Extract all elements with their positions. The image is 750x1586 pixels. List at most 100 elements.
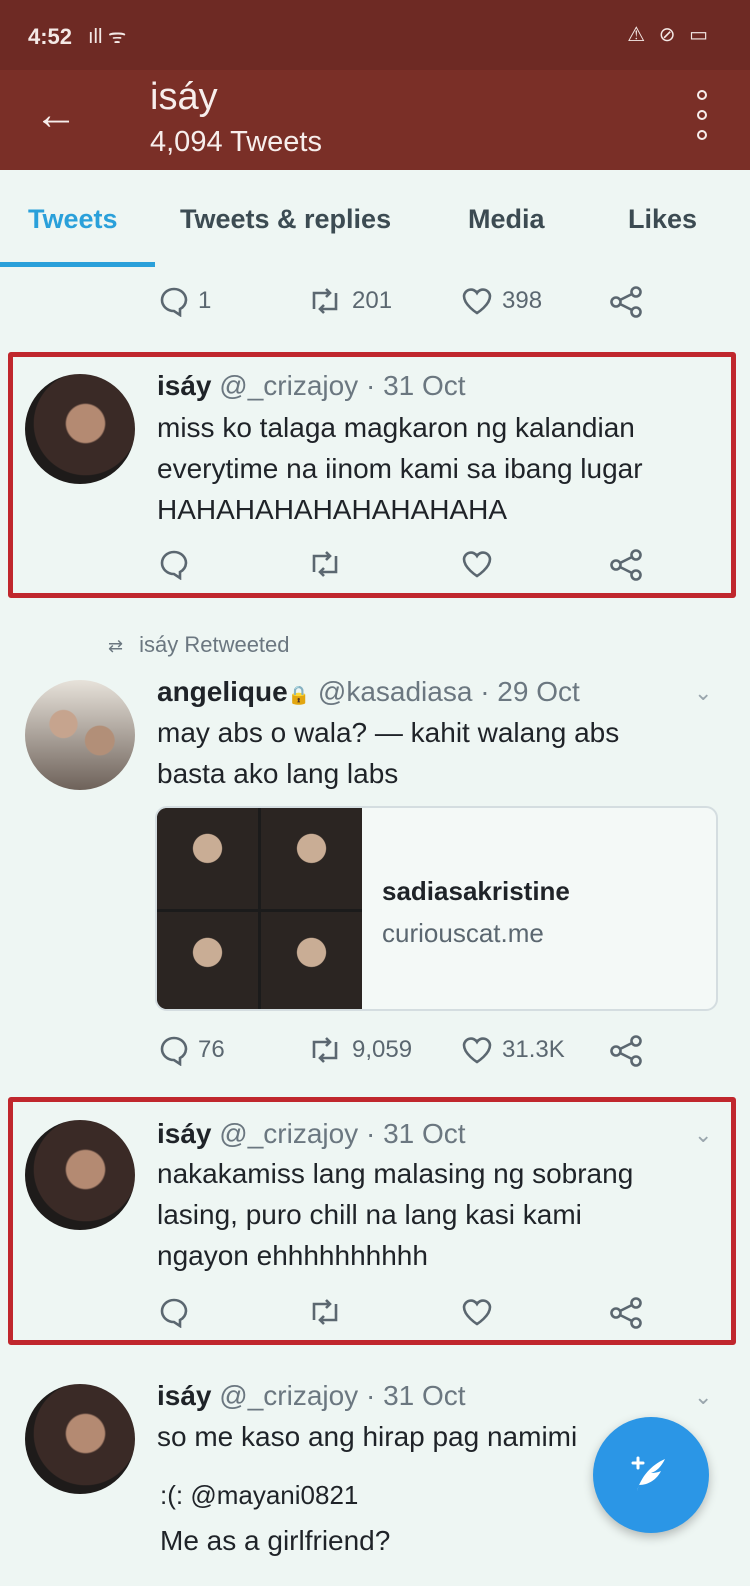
reply-icon — [160, 550, 188, 580]
like-button[interactable] — [460, 548, 494, 580]
card-domain: curiouscat.me — [382, 918, 544, 948]
profile-title: isáy — [150, 76, 218, 118]
compose-button[interactable] — [593, 1417, 709, 1533]
reply-button[interactable]: 1 — [158, 285, 211, 317]
share-icon — [610, 1297, 642, 1329]
tweet-line: HAHAHAHAHAHAHAHAHA — [157, 494, 508, 525]
display-name[interactable]: isáy — [157, 1118, 212, 1149]
quoted-handle: :(: @mayani0821 — [160, 1480, 359, 1510]
tweet-line: everytime na iinom kami sa ibang lugar — [157, 453, 643, 484]
retweet-icon — [312, 551, 338, 577]
share-icon — [610, 549, 642, 581]
reply-icon — [160, 1298, 188, 1328]
share-button[interactable] — [608, 285, 644, 319]
retweet-icon — [312, 1037, 338, 1063]
share-icon — [610, 286, 642, 318]
share-icon — [610, 1035, 642, 1067]
status-time: 4:52 — [28, 24, 73, 49]
like-button[interactable] — [460, 1296, 494, 1328]
avatar[interactable] — [25, 374, 135, 484]
more-vertical-icon[interactable] — [694, 90, 710, 140]
like-count: 398 — [502, 287, 543, 314]
tab-tweets-replies[interactable]: Tweets & replies — [180, 204, 391, 235]
tweet-header: angelique🔒 @kasadiasa · 29 Oct — [157, 676, 580, 708]
share-button[interactable] — [608, 548, 644, 582]
like-button[interactable]: 398 — [460, 285, 542, 317]
tweet-header: isáy @_crizajoy · 31 Oct — [157, 1118, 466, 1150]
compose-icon — [631, 1456, 665, 1491]
reply-button[interactable]: 76 — [158, 1034, 225, 1066]
avatar[interactable] — [25, 680, 135, 790]
handle-date: @_crizajoy · 31 Oct — [211, 370, 466, 401]
heart-icon — [462, 288, 492, 315]
retweet-button[interactable] — [306, 548, 344, 580]
display-name[interactable]: isáy — [157, 1380, 212, 1411]
reply-count: 76 — [198, 1036, 225, 1063]
app-bar: ← isáy 4,094 Tweets — [0, 70, 750, 170]
handle-date: @_crizajoy · 31 Oct — [211, 1380, 466, 1411]
card-image — [157, 808, 362, 1009]
chevron-down-icon[interactable]: ⌄ — [694, 1122, 712, 1148]
profile-tabs: Tweets Tweets & replies Media Likes — [0, 170, 750, 270]
retweet-count: 201 — [352, 287, 393, 314]
share-button[interactable] — [608, 1034, 644, 1068]
reply-count: 1 — [198, 287, 212, 314]
display-name[interactable]: angelique — [157, 676, 288, 707]
tweet-text: miss ko talaga magkaron ng kalandian eve… — [157, 407, 643, 530]
tweet-actions — [0, 548, 750, 588]
tab-tweets[interactable]: Tweets — [28, 204, 118, 235]
card-title: sadiasakristine — [382, 876, 570, 906]
heart-icon — [462, 1037, 492, 1064]
tweet-count: 4,094 Tweets — [150, 126, 322, 158]
tweet-line: basta ako lang labs — [157, 758, 399, 789]
heart-icon — [462, 1299, 492, 1326]
quoted-tweet[interactable]: :(: @mayani0821 Me as a girlfriend? — [160, 1480, 620, 1557]
retweet-icon — [312, 1299, 338, 1325]
arrow-left-icon[interactable]: ← — [34, 90, 78, 140]
tweet-line: lasing, puro chill na lang kasi kami — [157, 1199, 582, 1230]
chevron-down-icon[interactable]: ⌄ — [694, 1384, 712, 1410]
share-button[interactable] — [608, 1296, 644, 1330]
tweet-actions — [0, 1296, 750, 1336]
tweet-text: may abs o wala? — kahit walang abs basta… — [157, 712, 619, 794]
signal-icon: ıll ᯤ — [88, 26, 127, 48]
retweet-count: 9,059 — [352, 1036, 413, 1063]
like-button[interactable]: 31.3K — [460, 1034, 565, 1066]
retweet-button[interactable] — [306, 1296, 344, 1328]
retweet-icon — [312, 288, 338, 314]
reply-icon — [160, 1036, 188, 1066]
handle-date: @kasadiasa · 29 Oct — [310, 676, 580, 707]
tweet-text: so me kaso ang hirap pag namimi — [157, 1416, 577, 1457]
tweet-actions: 76 9,059 31.3K — [0, 1034, 750, 1074]
tweet-line: may abs o wala? — kahit walang abs — [157, 717, 620, 748]
active-tab-indicator — [0, 262, 155, 267]
reply-button[interactable] — [158, 1296, 190, 1328]
handle-date: @_crizajoy · 31 Oct — [211, 1118, 466, 1149]
retweet-label-text: isáy Retweeted — [139, 632, 290, 657]
avatar[interactable] — [25, 1120, 135, 1230]
like-count: 31.3K — [502, 1036, 565, 1063]
tweet-header: isáy @_crizajoy · 31 Oct — [157, 1380, 466, 1412]
quoted-text: Me as a girlfriend? — [160, 1525, 391, 1556]
reply-button[interactable] — [158, 548, 190, 580]
retweet-icon: ⇄ — [108, 636, 124, 656]
status-bar: 4:52 ıll ᯤ ⚠ ⊘ ▭ — [0, 0, 750, 70]
retweet-button[interactable]: 201 — [306, 285, 392, 317]
tweet-line: miss ko talaga magkaron ng kalandian — [157, 412, 635, 443]
retweet-label: ⇄ isáy Retweeted — [108, 632, 290, 658]
tweet-header: isáy @_crizajoy · 31 Oct — [157, 370, 466, 402]
tweet-line: so me kaso ang hirap pag namimi — [157, 1421, 578, 1452]
heart-icon — [462, 551, 492, 578]
chevron-down-icon[interactable]: ⌄ — [694, 680, 712, 706]
tweet-line: nakakamiss lang malasing ng sobrang — [157, 1158, 634, 1189]
avatar[interactable] — [25, 1384, 135, 1494]
status-icons: ⚠ ⊘ ▭ — [627, 24, 712, 46]
display-name[interactable]: isáy — [157, 370, 212, 401]
tab-likes[interactable]: Likes — [628, 204, 697, 235]
tab-media[interactable]: Media — [468, 204, 545, 235]
tweet-line: ngayon ehhhhhhhhhh — [157, 1240, 428, 1271]
tweet-actions: 1 201 398 — [0, 285, 750, 325]
retweet-button[interactable]: 9,059 — [306, 1034, 412, 1066]
reply-icon — [160, 287, 188, 317]
link-card[interactable]: sadiasakristine curiouscat.me — [155, 806, 718, 1011]
